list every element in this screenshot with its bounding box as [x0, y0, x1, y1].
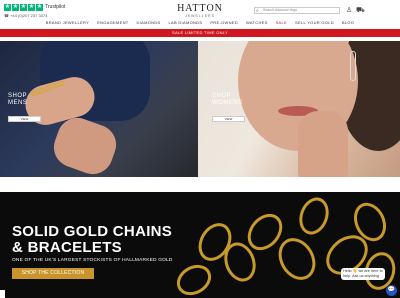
star-icon: ★	[20, 4, 27, 11]
gold-title-line2: & BRACELETS	[12, 239, 122, 256]
shop-womens-label: SHOP WOMENS	[212, 93, 243, 107]
hero-womens[interactable]: SHOP WOMENS VIEW	[198, 41, 400, 177]
logo-sub: JEWELLERS	[185, 14, 215, 18]
star-icon: ★	[12, 4, 19, 11]
accessibility-tab[interactable]	[0, 290, 5, 298]
star-icon: ★	[28, 4, 35, 11]
nav-item-engagement[interactable]: ENGAGEMENT	[97, 19, 128, 27]
user-icon[interactable]: ♙	[346, 6, 352, 14]
earring-shape	[350, 51, 356, 81]
shop-collection-button[interactable]: SHOP THE COLLECTION	[12, 268, 94, 279]
chat-icon[interactable]: 💬	[386, 285, 397, 296]
nav-item-pre-owned[interactable]: PRE-OWNED	[210, 19, 238, 27]
chain-link-shape	[171, 258, 217, 298]
trustpilot-stars[interactable]: ★ ★ ★ ★ ★	[4, 4, 43, 11]
main-nav: BRAND JEWELLERY ENGAGEMENT DIAMONDS LAB …	[0, 19, 400, 27]
promo-banner[interactable]: SALE LIMITED TIME ONLY	[0, 29, 400, 37]
hero-mens[interactable]: SHOP MENS VIEW	[0, 41, 198, 177]
nav-item-diamonds[interactable]: DIAMONDS	[137, 19, 161, 27]
nav-item-watches[interactable]: WATCHES	[246, 19, 268, 27]
shop-mens-line2: MENS	[8, 100, 28, 106]
nav-item-blog[interactable]: BLOG	[342, 19, 354, 27]
gold-subtitle: ONE OF THE UK'S LARGEST STOCKISTS OF HAL…	[12, 258, 173, 263]
search-input[interactable]: Search diamond rings	[254, 7, 340, 14]
chat-bubble[interactable]: Hello 👋 we are here to help. Ask us anyt…	[341, 268, 385, 280]
phone-number[interactable]: ☎ +44 (0)207 237 3374	[4, 13, 47, 18]
shop-womens-button[interactable]: VIEW	[212, 116, 245, 122]
shop-womens-line1: SHOP	[212, 93, 232, 99]
gold-title-line1: SOLID GOLD CHAINS	[12, 223, 173, 240]
star-icon: ★	[4, 4, 11, 11]
hand-shape	[48, 112, 122, 177]
nav-item-brand-jewellery[interactable]: BRAND JEWELLERY	[46, 19, 89, 27]
site-logo[interactable]: HATTON JEWELLERS	[170, 3, 230, 18]
shop-mens-button[interactable]: VIEW	[8, 116, 41, 122]
trustpilot-label: Trustpilot	[45, 4, 66, 10]
shop-womens-line2: WOMENS	[212, 100, 243, 106]
shop-mens-line1: SHOP	[8, 93, 28, 99]
nav-item-lab-diamonds[interactable]: LAB DIAMONDS	[169, 19, 203, 27]
star-icon: ★	[36, 4, 43, 11]
chain-link-shape	[271, 231, 323, 287]
logo-main: HATTON	[177, 3, 223, 14]
nav-item-sell-your-gold[interactable]: SELL YOUR GOLD	[295, 19, 334, 27]
gold-title: SOLID GOLD CHAINS & BRACELETS	[12, 224, 172, 256]
nav-item-sale[interactable]: SALE	[276, 19, 287, 27]
chain-link-shape	[294, 193, 334, 239]
shop-mens-label: SHOP MENS	[8, 93, 27, 107]
basket-icon[interactable]: ⛟	[356, 6, 365, 15]
hand-shape	[298, 111, 348, 177]
